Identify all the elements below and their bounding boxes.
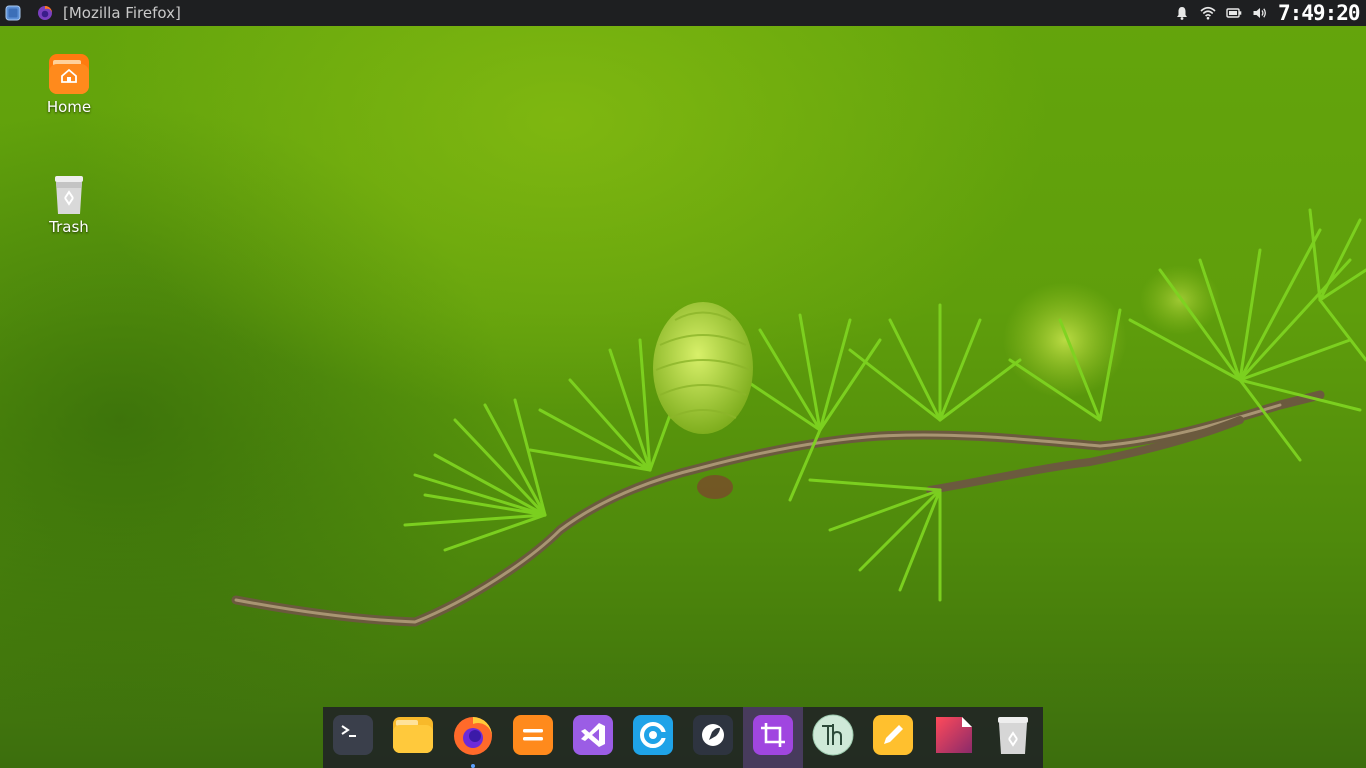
terminal-icon (333, 715, 373, 755)
dock-item-firefox[interactable] (443, 707, 503, 768)
dock-item-font-viewer[interactable] (803, 707, 863, 768)
dock-item-browser[interactable] (623, 707, 683, 768)
dock-item-calculator[interactable] (503, 707, 563, 768)
launcher-icon (693, 715, 733, 755)
dock-item-crop-screenshot[interactable] (743, 707, 803, 768)
desktop-icon-home[interactable]: Home (24, 52, 114, 116)
font-viewer-icon (812, 714, 854, 756)
desktop-icon-label: Trash (49, 218, 89, 236)
desktop-icon-label: Home (46, 98, 92, 116)
wallpaper-larch-branch (231, 208, 1366, 627)
desktop-icon-trash[interactable]: Trash (24, 172, 114, 236)
dock-item-notes[interactable] (863, 707, 923, 768)
running-indicator (471, 764, 475, 768)
dock-item-visual-studio[interactable] (563, 707, 623, 768)
calculator-icon (513, 715, 553, 755)
dock-item-files[interactable] (383, 707, 443, 768)
trash-icon (55, 176, 83, 214)
dock-item-document-viewer[interactable] (923, 707, 983, 768)
crop-screenshot-icon (753, 715, 793, 755)
trash-icon (998, 717, 1028, 754)
dock-item-trash[interactable] (983, 707, 1043, 768)
notes-icon (873, 715, 913, 755)
dock-item-launcher[interactable] (683, 707, 743, 768)
dock (323, 707, 1043, 768)
visual-studio-icon (573, 715, 613, 755)
files-icon (393, 717, 433, 753)
dock-item-terminal[interactable] (323, 707, 383, 768)
home-folder-icon (49, 54, 89, 94)
document-viewer-icon (936, 717, 972, 753)
browser-icon (633, 715, 673, 755)
firefox-icon (454, 717, 492, 755)
